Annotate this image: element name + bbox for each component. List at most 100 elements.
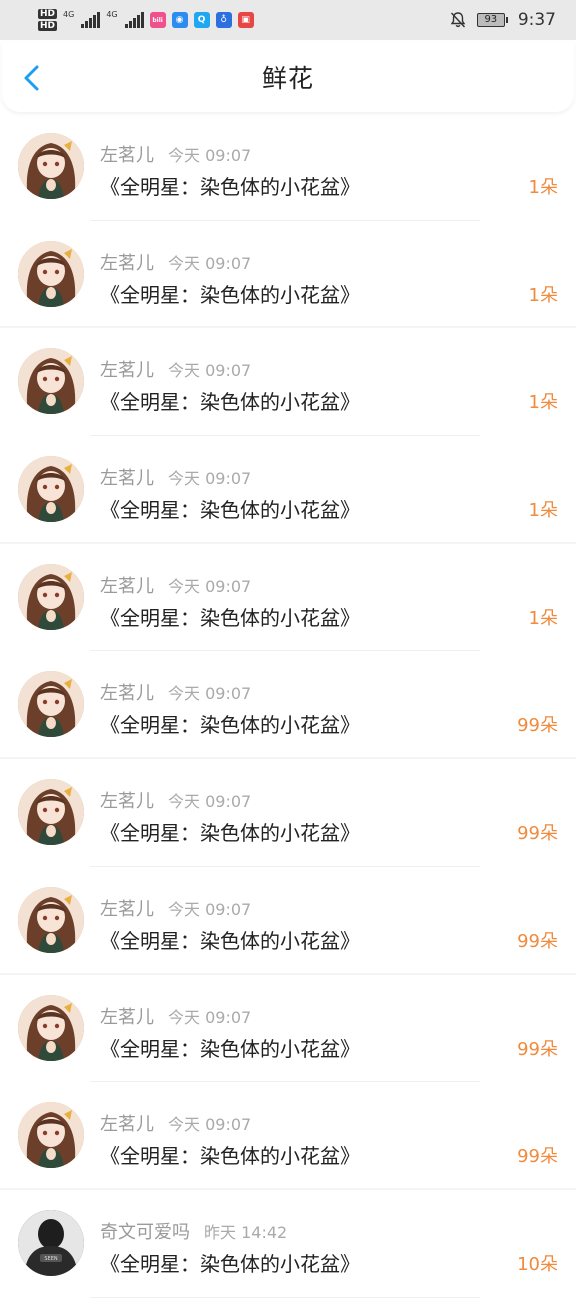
hd-label: HD	[38, 9, 58, 19]
divider	[90, 1296, 480, 1298]
network-type: 4G	[63, 9, 75, 19]
timestamp: 昨天 14:42	[204, 1222, 288, 1242]
timestamp: 今天 09:07	[168, 1007, 252, 1027]
sender-name: 左茗儿	[100, 791, 154, 813]
clock: 9:37	[517, 10, 556, 30]
list-item[interactable]: 左茗儿 今天 09:07 《全明星：染色体的小花盆》 99朵	[0, 759, 576, 867]
hd-label: HD	[38, 21, 58, 31]
list-item[interactable]: 左茗儿 今天 09:07 《全明星：染色体的小花盆》 1朵	[0, 328, 576, 437]
status-left: HD HD 4G 4G bili ◉ Q ♁ ▣	[38, 8, 254, 32]
avatar[interactable]	[18, 133, 84, 199]
signal-icon	[124, 12, 144, 28]
list-item[interactable]: 左茗儿 今天 09:07 《全明星：染色体的小花盆》 1朵	[0, 113, 576, 221]
notification-app-icons: bili ◉ Q ♁ ▣	[149, 12, 254, 28]
chevron-left-icon[interactable]	[20, 64, 44, 92]
gift-title: 《全明星：染色体的小花盆》	[100, 390, 360, 415]
timestamp: 今天 09:07	[168, 684, 252, 704]
timestamp: 今天 09:07	[168, 469, 252, 489]
avatar[interactable]	[18, 563, 84, 630]
flower-count: 99朵	[517, 823, 558, 845]
svg-text:SEEN: SEEN	[44, 1256, 57, 1262]
sender-name: 左茗儿	[100, 575, 154, 597]
timestamp: 今天 09:07	[168, 899, 252, 919]
bilibili-app-icon: bili	[149, 12, 166, 28]
flower-count: 1朵	[528, 500, 558, 522]
timestamp: 今天 09:07	[168, 576, 252, 596]
flower-count: 1朵	[528, 392, 558, 414]
sender-name: 左茗儿	[100, 145, 154, 166]
sender-name: 左茗儿	[100, 360, 154, 382]
network-type: 4G	[106, 9, 118, 19]
hd-indicator: HD HD	[38, 8, 58, 32]
avatar[interactable]	[18, 348, 84, 415]
gift-title: 《全明星：染色体的小花盆》	[100, 928, 360, 953]
battery-icon: 93	[476, 13, 508, 27]
list-item[interactable]: 左茗儿 今天 09:07 《全明星：染色体的小花盆》 1朵	[0, 436, 576, 544]
list-item[interactable]: 左茗儿 今天 09:07 《全明星：染色体的小花盆》 1朵	[0, 221, 576, 329]
battery-level: 93	[476, 13, 505, 27]
avatar[interactable]	[18, 1102, 84, 1169]
timestamp: 今天 09:07	[168, 792, 252, 812]
page-title: 鲜花	[261, 64, 314, 93]
avatar[interactable]	[18, 671, 84, 738]
sender-meta: 左茗儿 今天 09:07	[100, 141, 251, 167]
flower-gift-list: 左茗儿 今天 09:07 《全明星：染色体的小花盆》 1朵 左茗儿 今天 09:07 《全明…	[0, 113, 576, 1298]
timestamp: 今天 09:07	[168, 1115, 252, 1135]
sender-meta: 左茗儿 今天 09:07	[100, 356, 251, 382]
gift-title: 《全明星：染色体的小花盆》	[100, 713, 360, 738]
avatar[interactable]	[18, 886, 84, 953]
sender-meta: 左茗儿 今天 09:07	[100, 679, 251, 705]
timestamp: 今天 09:07	[168, 146, 252, 165]
status-bar: HD HD 4G 4G bili ◉ Q ♁ ▣ 93 9:37	[0, 0, 576, 40]
sender-name: 左茗儿	[100, 1114, 154, 1136]
sender-meta: 左茗儿 今天 09:07	[100, 1003, 251, 1029]
gift-title: 《全明星：染色体的小花盆》	[100, 282, 360, 307]
flower-count: 99朵	[517, 715, 558, 737]
sender-name: 奇文可爱吗	[100, 1221, 190, 1243]
gift-title: 《全明星：染色体的小花盆》	[100, 1251, 360, 1276]
avatar[interactable]	[18, 456, 84, 523]
sender-name: 左茗儿	[100, 468, 154, 490]
gift-title: 《全明星：染色体的小花盆》	[100, 1036, 360, 1061]
book-app-icon: ▣	[237, 12, 254, 28]
gift-title: 《全明星：染色体的小花盆》	[100, 1144, 360, 1169]
sender-meta: 左茗儿 今天 09:07	[100, 464, 251, 490]
list-item[interactable]: 左茗儿 今天 09:07 《全明星：染色体的小花盆》 99朵	[0, 975, 576, 1083]
avatar[interactable]	[18, 994, 84, 1061]
sender-meta: 左茗儿 今天 09:07	[100, 895, 251, 921]
sender-name: 左茗儿	[100, 252, 154, 274]
nav-header: 鲜花	[2, 42, 574, 112]
sender-name: 左茗儿	[100, 1006, 154, 1028]
flower-count: 99朵	[517, 930, 558, 952]
lightbulb-app-icon: ♁	[215, 12, 232, 28]
gift-title: 《全明星：染色体的小花盆》	[100, 175, 360, 199]
browser-app-icon: ◉	[171, 12, 188, 28]
list-item[interactable]: 左茗儿 今天 09:07 《全明星：染色体的小花盆》 99朵	[0, 867, 576, 975]
flower-count: 1朵	[528, 177, 558, 198]
sender-meta: 左茗儿 今天 09:07	[100, 787, 251, 813]
avatar[interactable]	[18, 240, 84, 307]
sender-name: 左茗儿	[100, 683, 154, 705]
list-item[interactable]: 左茗儿 今天 09:07 《全明星：染色体的小花盆》 1朵	[0, 544, 576, 652]
bell-muted-icon	[450, 12, 466, 28]
gift-title: 《全明星：染色体的小花盆》	[100, 821, 360, 846]
timestamp: 今天 09:07	[168, 253, 252, 273]
status-right: 93 9:37	[449, 10, 556, 30]
list-item[interactable]: 左茗儿 今天 09:07 《全明星：染色体的小花盆》 99朵	[0, 1082, 576, 1190]
sender-name: 左茗儿	[100, 898, 154, 920]
sender-meta: 左茗儿 今天 09:07	[100, 249, 251, 275]
flower-count: 1朵	[528, 607, 558, 629]
sender-meta: 奇文可爱吗 昨天 14:42	[100, 1218, 287, 1244]
list-item[interactable]: 左茗儿 今天 09:07 《全明星：染色体的小花盆》 99朵	[0, 651, 576, 760]
sender-meta: 左茗儿 今天 09:07	[100, 1110, 251, 1136]
search-app-icon: Q	[193, 12, 210, 28]
gift-title: 《全明星：染色体的小花盆》	[100, 605, 360, 630]
list-item[interactable]: SEEN 奇文可爱吗 昨天 14:42 《全明星：染色体的小花盆》 10朵	[0, 1190, 576, 1298]
gift-title: 《全明星：染色体的小花盆》	[100, 498, 360, 523]
signal-icon	[81, 12, 101, 28]
avatar[interactable]	[18, 779, 84, 846]
flower-count: 1朵	[528, 284, 558, 306]
flower-count: 10朵	[517, 1253, 558, 1275]
timestamp: 今天 09:07	[168, 361, 252, 381]
avatar[interactable]: SEEN	[18, 1209, 84, 1276]
